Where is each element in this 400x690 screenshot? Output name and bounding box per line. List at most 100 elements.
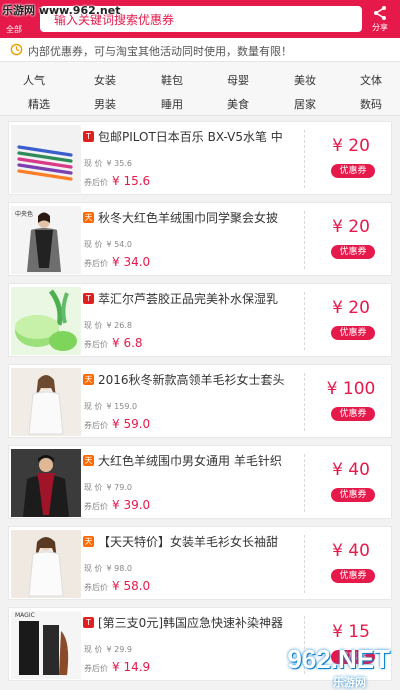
original-price-value: ¥ 79.0 (106, 483, 132, 492)
product-image: 中央色 (11, 206, 81, 274)
divider (304, 130, 305, 188)
share-button[interactable]: 分享 (364, 3, 396, 37)
original-price-label: 现 价 (84, 564, 103, 573)
category-renqi[interactable]: 人气 (1, 72, 67, 88)
product-list: T 包邮PILOT日本百乐 BX-V5水笔 中 现 价 ¥ 35.6 券后价 ¥ 1… (0, 116, 400, 690)
category-muying[interactable]: 母婴 (205, 72, 271, 88)
coupon-button[interactable]: 优惠券 (331, 164, 375, 178)
product-image (11, 368, 81, 436)
coupon-button[interactable]: 优惠券 (331, 326, 375, 340)
product-card[interactable]: 天猫 2016秋冬新款高领羊毛衫女士套头 现 价 ¥ 159.0 券后价 ¥ 59.… (8, 364, 392, 438)
coupon-price: 券后价 ¥ 6.8 (84, 336, 143, 350)
category-xiebao[interactable]: 鞋包 (139, 72, 205, 88)
product-title: 【天天特价】女装羊毛衫女长袖甜 (98, 535, 279, 549)
platform-badge: T (83, 617, 94, 628)
watermark-sub-text: 乐游网 (333, 676, 366, 689)
original-price: 现 价 ¥ 79.0 (84, 482, 132, 493)
coupon-button[interactable]: 优惠券 (331, 407, 375, 421)
platform-badge: 天猫 (83, 374, 94, 395)
platform-badge: 天猫 (83, 536, 94, 557)
coupon-button[interactable]: 优惠券 (331, 245, 375, 259)
platform-badge: T (83, 131, 94, 142)
divider (304, 373, 305, 431)
original-price: 现 价 ¥ 54.0 (84, 239, 132, 250)
share-label: 分享 (372, 23, 388, 32)
product-title: 大红色羊绒围巾男女通用 羊毛针织 (98, 454, 282, 468)
original-price-label: 现 价 (84, 240, 103, 249)
category-jujia[interactable]: 居家 (272, 96, 338, 112)
product-image (11, 125, 81, 193)
category-shuma[interactable]: 数码 (338, 96, 400, 112)
product-title: [第三支0元]韩国应急快速补染神器 (98, 616, 283, 630)
coupon-amount: ¥ 20 (332, 136, 370, 156)
platform-badge: T (83, 293, 94, 304)
thumb-brand-label: MAGIC (15, 612, 35, 619)
product-title: 2016秋冬新款高领羊毛衫女士套头 (98, 373, 285, 387)
category-grid: 人气 女装 鞋包 母婴 美妆 文体 精选 男装 睡用 美食 居家 数码 (0, 62, 400, 116)
original-price: 现 价 ¥ 26.8 (84, 320, 132, 331)
category-all-label[interactable]: 全部 (6, 24, 22, 35)
notice-text: 内部优惠券，可与淘宝其他活动同时使用，数量有限！ (28, 45, 292, 58)
divider (304, 535, 305, 593)
product-card[interactable]: 天猫 大红色羊绒围巾男女通用 羊毛针织 现 价 ¥ 79.0 券后价 ¥ 39.0 … (8, 445, 392, 519)
product-image (11, 530, 81, 598)
original-price: 现 价 ¥ 29.9 (84, 644, 132, 655)
divider (304, 292, 305, 350)
coupon-price-label: 券后价 (84, 502, 108, 511)
coupon-price-label: 券后价 (84, 259, 108, 268)
original-price-value: ¥ 26.8 (106, 321, 132, 330)
original-price-label: 现 价 (84, 402, 103, 411)
original-price-label: 现 价 (84, 159, 103, 168)
original-price-value: ¥ 98.0 (106, 564, 132, 573)
original-price-value: ¥ 29.9 (106, 645, 132, 654)
product-title: 萃汇尔芦荟胶正品完美补水保湿乳 (98, 292, 279, 306)
product-image: MAGIC (11, 611, 81, 679)
platform-badge: 天猫 (83, 212, 94, 233)
product-image (11, 287, 81, 355)
coupon-price: 券后价 ¥ 34.0 (84, 255, 150, 269)
coupon-price: 券后价 ¥ 15.6 (84, 174, 150, 188)
category-meishi[interactable]: 美食 (205, 96, 271, 112)
divider (304, 211, 305, 269)
coupon-price: 券后价 ¥ 58.0 (84, 579, 150, 593)
watermark-logo-text: 962.NET (287, 644, 390, 674)
category-wenti[interactable]: 文体 (338, 72, 400, 88)
coupon-price-label: 券后价 (84, 340, 108, 349)
coupon-amount: ¥ 20 (332, 298, 370, 318)
product-card[interactable]: 天猫 【天天特价】女装羊毛衫女长袖甜 现 价 ¥ 98.0 券后价 ¥ 58.0 ¥… (8, 526, 392, 600)
original-price-value: ¥ 159.0 (106, 402, 138, 411)
coupon-button[interactable]: 优惠券 (331, 569, 375, 583)
coupon-price: 券后价 ¥ 39.0 (84, 498, 150, 512)
category-nvzhuang[interactable]: 女装 (72, 72, 138, 88)
platform-badge: 天猫 (83, 455, 94, 476)
coupon-price-value: ¥ 59.0 (112, 417, 151, 431)
clock-icon (10, 43, 23, 56)
original-price-label: 现 价 (84, 321, 103, 330)
category-jingxuan[interactable]: 精选 (6, 96, 72, 112)
coupon-price: 券后价 ¥ 14.9 (84, 660, 150, 674)
watermark-top-left: 乐游网 www.962.net (2, 4, 121, 17)
original-price-label: 现 价 (84, 483, 103, 492)
coupon-price-value: ¥ 34.0 (112, 255, 151, 269)
coupon-button[interactable]: 优惠券 (331, 488, 375, 502)
category-nanzhuang[interactable]: 男装 (72, 96, 138, 112)
coupon-amount: ¥ 40 (332, 541, 370, 561)
category-shuiyong[interactable]: 睡用 (139, 96, 205, 112)
coupon-price-value: ¥ 39.0 (112, 498, 151, 512)
category-meizhuang[interactable]: 美妆 (272, 72, 338, 88)
original-price-value: ¥ 54.0 (106, 240, 132, 249)
coupon-price-value: ¥ 15.6 (112, 174, 151, 188)
notice-bar: 内部优惠券，可与淘宝其他活动同时使用，数量有限！ (0, 38, 400, 62)
original-price: 现 价 ¥ 159.0 (84, 401, 137, 412)
coupon-price-value: ¥ 6.8 (112, 336, 143, 350)
divider (304, 454, 305, 512)
product-card[interactable]: T 包邮PILOT日本百乐 BX-V5水笔 中 现 价 ¥ 35.6 券后价 ¥ 1… (8, 121, 392, 195)
product-title: 包邮PILOT日本百乐 BX-V5水笔 中 (98, 130, 283, 144)
product-card[interactable]: T 萃汇尔芦荟胶正品完美补水保湿乳 现 价 ¥ 26.8 券后价 ¥ 6.8 ¥ 2… (8, 283, 392, 357)
coupon-amount: ¥ 100 (326, 379, 376, 399)
share-icon (374, 6, 386, 20)
coupon-price-label: 券后价 (84, 664, 108, 673)
original-price: 现 价 ¥ 98.0 (84, 563, 132, 574)
product-card[interactable]: 中央色 天猫 秋冬大红色羊绒围巾同学聚会女披 现 价 ¥ 54.0 券后价 ¥ 34… (8, 202, 392, 276)
original-price-label: 现 价 (84, 645, 103, 654)
